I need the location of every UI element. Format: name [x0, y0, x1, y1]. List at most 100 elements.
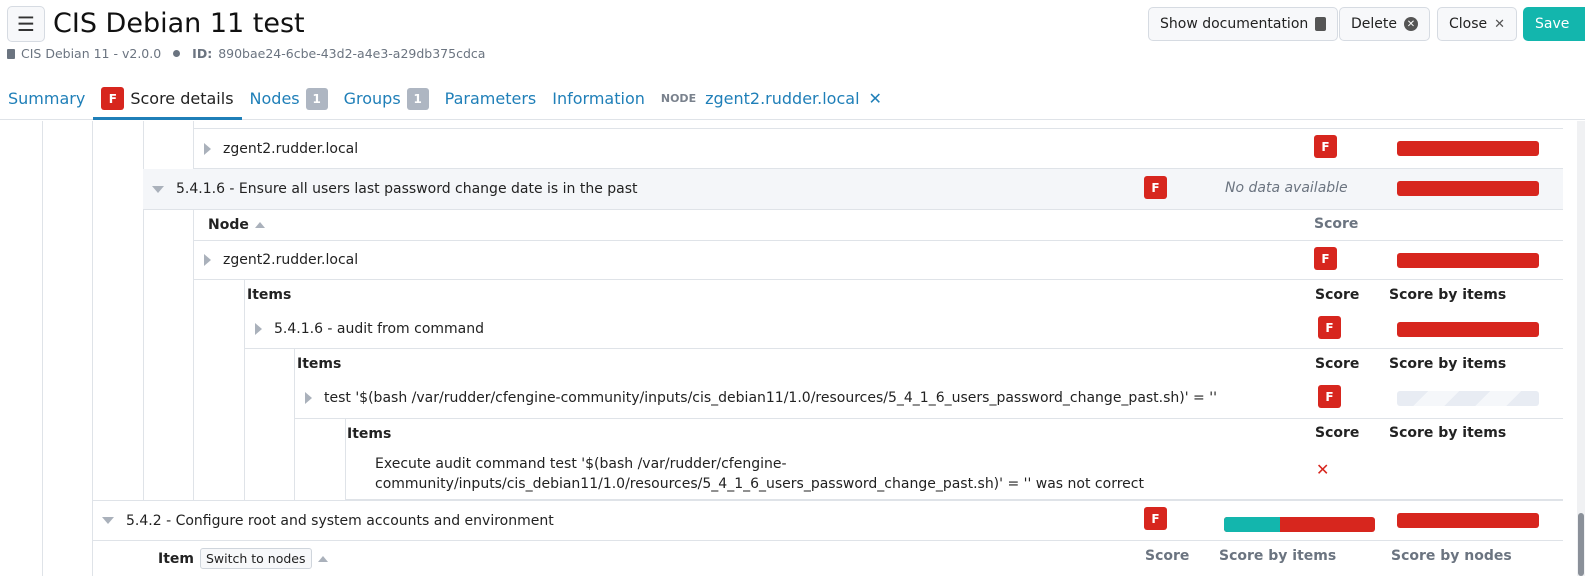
- score-by-items-bar: [1224, 517, 1375, 532]
- score-by-items-bar-empty: [1397, 391, 1539, 406]
- vertical-scrollbar[interactable]: [1577, 121, 1585, 576]
- table-header-row: Item Switch to nodes: [143, 541, 1563, 576]
- tab-score-details-label: Score details: [130, 89, 234, 108]
- score-badge: F: [101, 87, 125, 110]
- collapse-icon[interactable]: [152, 185, 164, 193]
- no-data-label: No data available: [1225, 180, 1348, 196]
- node-name: zgent2.rudder.local: [223, 140, 359, 157]
- score-by-items-column-header[interactable]: Score by items: [1219, 548, 1336, 564]
- page-header: ☰ CIS Debian 11 test CIS Debian 11 - v2.…: [0, 0, 1585, 120]
- node-name: zgent2.rudder.local: [223, 252, 359, 268]
- score-by-items-success-segment: [1224, 517, 1280, 532]
- score-badge: F: [1314, 135, 1337, 158]
- rule-meta: CIS Debian 11 - v2.0.0 ID: 890bae24-6cbe…: [7, 46, 485, 61]
- audit-test-command: test '$(bash /var/rudder/cfengine-commun…: [324, 390, 1217, 406]
- score-by-nodes-column-header[interactable]: Score by nodes: [1391, 548, 1512, 564]
- tab-nodes-label: Nodes: [249, 89, 300, 108]
- item-column-header[interactable]: Item: [158, 551, 194, 567]
- tab-node[interactable]: NODE zgent2.rudder.local ✕: [653, 78, 890, 120]
- score-by-items-column-header: Score by items: [1389, 425, 1507, 441]
- score-by-items-bar: [1397, 322, 1539, 337]
- table-row[interactable]: 5.4.1.6 - audit from command: [244, 309, 1563, 349]
- id-value: 890bae24-6cbe-43d2-a4e3-a29db375cdca: [218, 46, 486, 61]
- score-by-nodes-bar: [1397, 513, 1539, 528]
- node-tab-prefix: NODE: [660, 92, 697, 105]
- score-by-items-bar: [1397, 141, 1539, 156]
- scrollbar-thumb[interactable]: [1578, 513, 1584, 576]
- score-column-header: Score: [1315, 425, 1360, 441]
- table-row[interactable]: 5.4.1.6 - Ensure all users last password…: [143, 169, 1563, 210]
- item-name: 5.4.1.6 - audit from command: [274, 320, 485, 337]
- table-row[interactable]: zgent2.rudder.local: [193, 128, 1563, 169]
- node-tab-name: zgent2.rudder.local: [705, 89, 860, 108]
- score-column-header[interactable]: Score: [1314, 216, 1358, 232]
- tab-groups-label: Groups: [343, 89, 401, 108]
- tab-summary[interactable]: Summary: [0, 78, 93, 120]
- show-documentation-button[interactable]: Show documentation: [1148, 7, 1339, 41]
- delete-button[interactable]: Delete ✕: [1339, 7, 1430, 41]
- sort-up-icon[interactable]: [254, 222, 265, 228]
- tab-groups[interactable]: Groups 1: [336, 78, 437, 120]
- book-icon: [1315, 17, 1327, 31]
- table-header-row: Items: [294, 349, 1563, 378]
- audit-message-line-1: Execute audit command test '$(bash /var/…: [375, 455, 787, 472]
- node-column-header[interactable]: Node: [208, 217, 249, 233]
- separator-dot: [173, 50, 181, 57]
- tab-nodes[interactable]: Nodes 1: [242, 78, 336, 120]
- close-node-tab-icon[interactable]: ✕: [869, 89, 882, 108]
- rule-name: 5.4.2 - Configure root and system accoun…: [126, 512, 554, 529]
- score-column-header: Score: [1315, 287, 1360, 303]
- items-column-header: Items: [347, 425, 392, 442]
- table-header-row: Items: [244, 280, 1563, 309]
- score-badge: F: [1314, 247, 1337, 270]
- groups-count-badge: 1: [406, 87, 429, 110]
- score-by-nodes-bar: [1397, 181, 1539, 196]
- items-column-header: Items: [247, 286, 292, 303]
- score-badge: F: [1318, 385, 1341, 408]
- sort-up-icon[interactable]: [317, 555, 328, 562]
- expand-icon[interactable]: [204, 142, 211, 155]
- failure-x-icon: ✕: [1316, 460, 1330, 479]
- score-by-items-bar: [1397, 253, 1539, 268]
- save-label: Save: [1535, 16, 1570, 32]
- rule-name: 5.4.1.6 - Ensure all users last password…: [176, 181, 638, 197]
- hamburger-icon: ☰: [17, 12, 35, 36]
- save-button[interactable]: Save: [1523, 7, 1585, 41]
- expand-icon[interactable]: [305, 392, 312, 404]
- close-icon: ✕: [1494, 16, 1506, 32]
- switch-to-nodes-button[interactable]: Switch to nodes: [199, 548, 312, 569]
- score-by-items-column-header: Score by items: [1389, 287, 1507, 303]
- table-row[interactable]: zgent2.rudder.local: [193, 241, 1563, 280]
- tab-parameters[interactable]: Parameters: [437, 78, 545, 120]
- close-button[interactable]: Close ✕: [1437, 7, 1518, 41]
- expand-icon[interactable]: [204, 254, 211, 266]
- score-column-header: Score: [1315, 356, 1360, 372]
- score-badge: F: [1318, 316, 1341, 339]
- expand-icon[interactable]: [255, 322, 262, 335]
- delete-circle-icon: ✕: [1404, 17, 1418, 31]
- table-row[interactable]: test '$(bash /var/rudder/cfengine-commun…: [294, 378, 1563, 419]
- document-icon: [7, 48, 15, 59]
- tab-summary-label: Summary: [8, 89, 86, 108]
- nodes-count-badge: 1: [305, 87, 328, 110]
- score-badge: F: [1144, 507, 1167, 530]
- table-header-row: Items: [345, 419, 1563, 448]
- version-label: CIS Debian 11 - v2.0.0: [21, 46, 162, 61]
- tab-information-label: Information: [552, 89, 645, 108]
- score-details-panel: zgent2.rudder.local F 5.4.1.6 - Ensure a…: [0, 121, 1585, 576]
- tab-score-details[interactable]: F Score details: [93, 78, 242, 120]
- tab-parameters-label: Parameters: [444, 89, 537, 108]
- close-label: Close: [1449, 16, 1488, 32]
- score-badge: F: [1144, 176, 1167, 199]
- tree-indent-line: [42, 121, 43, 576]
- page-title: CIS Debian 11 test: [53, 8, 305, 39]
- audit-message-line-2: community/inputs/cis_debian11/1.0/resour…: [375, 475, 1144, 492]
- show-documentation-label: Show documentation: [1160, 16, 1309, 32]
- score-column-header[interactable]: Score: [1145, 548, 1189, 564]
- collapse-icon[interactable]: [102, 517, 114, 524]
- menu-toggle-button[interactable]: ☰: [7, 6, 45, 42]
- score-by-items-column-header: Score by items: [1389, 356, 1507, 372]
- tab-information[interactable]: Information: [544, 78, 653, 120]
- items-column-header: Items: [297, 355, 342, 372]
- table-row: Execute audit command test '$(bash /var/…: [345, 448, 1563, 500]
